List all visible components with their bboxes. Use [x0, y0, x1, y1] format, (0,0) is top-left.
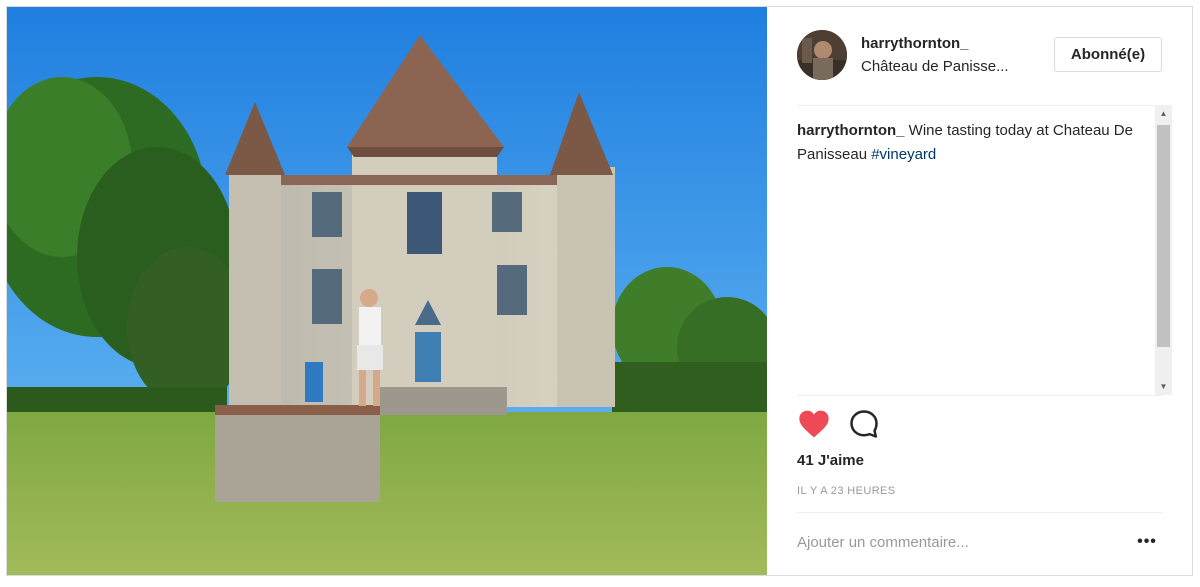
actions-divider [797, 395, 1162, 396]
comment-input[interactable] [797, 529, 1117, 555]
likes-count[interactable]: 41 J'aime [797, 452, 864, 469]
comments-scrollbar[interactable]: ▲ ▼ [1155, 105, 1172, 395]
post-side-panel: harrythornton_ Château de Panisse... Abo… [767, 7, 1192, 575]
username-link[interactable]: harrythornton_ [861, 35, 969, 52]
comments-area: harrythornton_ Wine tasting today at Cha… [797, 105, 1172, 395]
avatar[interactable] [797, 30, 847, 80]
comment-button[interactable] [847, 407, 881, 441]
post-card: harrythornton_ Château de Panisse... Abo… [6, 6, 1193, 576]
post-timestamp[interactable]: IL Y A 23 HEURES [797, 485, 896, 497]
comment-bubble-icon [850, 410, 878, 438]
following-button[interactable]: Abonné(e) [1054, 37, 1162, 72]
caption-username[interactable]: harrythornton_ [797, 122, 905, 139]
hashtag-link[interactable]: #vineyard [871, 146, 936, 163]
heart-icon [799, 410, 829, 438]
comment-divider [797, 512, 1162, 513]
like-button[interactable] [797, 407, 831, 441]
post-caption: harrythornton_ Wine tasting today at Cha… [797, 105, 1142, 167]
more-options-icon[interactable]: ••• [1132, 529, 1162, 555]
post-header: harrythornton_ Château de Panisse... Abo… [797, 27, 1162, 87]
arrow-up-icon[interactable]: ▲ [1155, 105, 1172, 122]
arrow-down-icon[interactable]: ▼ [1155, 378, 1172, 395]
post-photo[interactable] [7, 7, 767, 575]
add-comment-row: ••• [797, 519, 1162, 565]
scrollbar-thumb[interactable] [1157, 125, 1170, 347]
post-actions [797, 407, 917, 443]
location-link[interactable]: Château de Panisse... [861, 58, 1009, 75]
